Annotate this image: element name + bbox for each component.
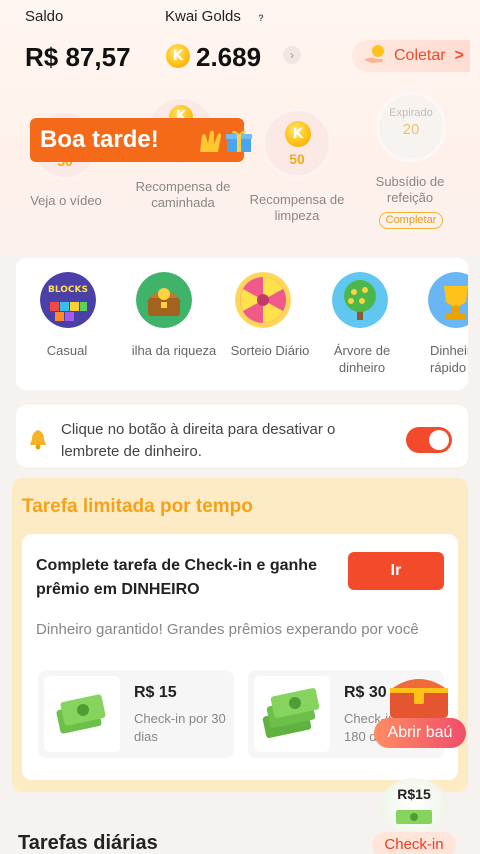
reward-label: Veja o vídeo xyxy=(30,193,102,208)
game-label: Casual xyxy=(46,343,88,358)
hand-coin-icon xyxy=(364,45,384,63)
reward-cleanup[interactable]: K 50 xyxy=(262,108,332,178)
collect-arrow-icon: > xyxy=(454,47,464,64)
game-daily-draw[interactable]: Sorteio Diário xyxy=(222,258,318,390)
reward-value: 20 xyxy=(402,121,420,138)
golds-label: Kwai Golds xyxy=(165,8,241,25)
golds-value[interactable]: 2.689 xyxy=(196,42,261,73)
open-chest-button[interactable]: Abrir baú xyxy=(374,718,466,748)
chevron-right-icon[interactable]: › xyxy=(283,46,301,64)
reminder-text: Clique no botão à direita para desativar… xyxy=(61,421,336,460)
daily-tasks-title: Tarefas diárias xyxy=(18,832,158,854)
balance-label: Saldo xyxy=(25,8,64,25)
task-title: Complete tarefa de Check-in e ganhe prêm… xyxy=(36,557,317,598)
prize-amount: R$ 15 xyxy=(134,684,177,701)
checkin-reward-float[interactable]: R$15 xyxy=(380,778,448,834)
prize-desc: Check-in por 30 dias xyxy=(134,711,226,744)
reward-meal[interactable]: Expirado 20 xyxy=(376,92,446,162)
checkin-button[interactable]: Check-in xyxy=(372,832,456,854)
reward-label: Subsídio de refeição xyxy=(375,174,445,205)
help-icon[interactable]: ? xyxy=(255,12,267,24)
expired-label: Expirado xyxy=(389,107,433,119)
game-label: Árvore de dinheiro xyxy=(333,343,391,375)
svg-text:BLOCKS: BLOCKS xyxy=(48,285,88,295)
treasure-chest-icon[interactable] xyxy=(384,670,454,720)
games-row: BLOCKS Casual ilha da riqueza Sorteio Di… xyxy=(16,258,468,390)
gift-icon xyxy=(226,130,252,152)
game-quick-money[interactable]: Dinheiro rápido xyxy=(414,258,468,390)
complete-badge[interactable]: Completar xyxy=(379,212,443,229)
gold-coin-icon: K xyxy=(166,44,190,68)
reminder-bar: Clique no botão à direita para desativar… xyxy=(16,405,468,467)
task-description: Dinheiro garantido! Grandes prêmios expe… xyxy=(36,621,419,638)
balance-value[interactable]: R$ 87,57 xyxy=(25,42,131,73)
greeting-banner: Boa tarde! xyxy=(30,118,252,162)
game-island[interactable]: ilha da riqueza xyxy=(126,258,222,390)
collect-label: Coletar xyxy=(394,47,446,64)
cash-stack-icon xyxy=(254,676,330,752)
game-label: ilha da riqueza xyxy=(131,343,217,358)
reward-value: 50 xyxy=(289,151,305,167)
gold-coin-icon: K xyxy=(285,121,311,147)
game-label: Sorteio Diário xyxy=(230,343,310,358)
treasure-chest-icon xyxy=(136,272,192,328)
collect-button[interactable]: Coletar > xyxy=(352,40,470,72)
cash-stack-icon xyxy=(44,676,120,752)
reminder-toggle[interactable] xyxy=(406,427,452,453)
game-casual[interactable]: BLOCKS Casual xyxy=(16,258,126,390)
reward-label: Recompensa de caminhada xyxy=(135,179,231,210)
limited-title: Tarefa limitada por tempo xyxy=(22,496,253,517)
cash-stack-icon xyxy=(396,810,432,824)
go-button[interactable]: Ir xyxy=(348,552,444,590)
money-tree-icon xyxy=(332,272,388,328)
bell-icon xyxy=(30,430,46,450)
reward-label: Recompensa de limpeza xyxy=(249,192,345,223)
prize-amount: R$ 30 xyxy=(344,684,387,701)
game-label: Dinheiro rápido xyxy=(430,343,468,375)
prize-wheel-icon xyxy=(235,272,291,328)
greeting-text: Boa tarde! xyxy=(40,126,159,153)
game-money-tree[interactable]: Árvore de dinheiro xyxy=(318,258,414,390)
raised-hands-icon xyxy=(200,130,221,152)
blocks-game-icon: BLOCKS xyxy=(40,272,96,328)
trophy-icon xyxy=(428,272,468,328)
checkin-amount: R$15 xyxy=(397,786,431,802)
prize-card: R$ 15 Check-in por 30 dias xyxy=(38,670,234,758)
